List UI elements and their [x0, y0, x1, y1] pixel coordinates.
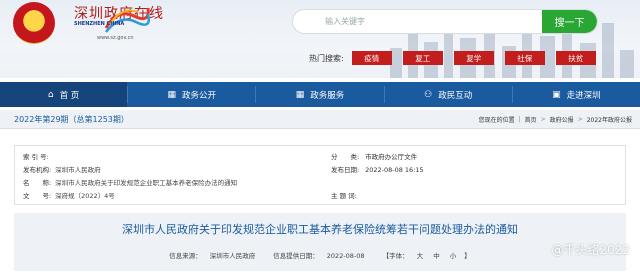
- search-input[interactable]: [293, 10, 543, 33]
- meta-org: 发布机构: 深圳市人民政府: [23, 166, 101, 174]
- grid-icon: ▦: [295, 89, 305, 100]
- search-button[interactable]: 搜一下: [542, 10, 597, 33]
- hot-tag[interactable]: 复学: [453, 51, 494, 65]
- meta-theme: 主 题 词:: [331, 192, 357, 200]
- breadcrumb: 您现在的位置 | 首页 > 政府公报 > 2022年政府公报: [479, 115, 632, 124]
- document-header: 深圳市人民政府关于印发规范企业职工基本养老保险统筹若干问题处理办法的通知 信息来…: [14, 213, 626, 271]
- nav-gov-service[interactable]: ▦ 政务服务: [256, 82, 383, 107]
- breadcrumb-separator: >: [540, 116, 546, 123]
- breadcrumb-separator: >: [577, 116, 583, 123]
- meta-index: 索 引 号:: [23, 153, 49, 161]
- nav-label: 政务服务: [310, 90, 345, 101]
- breadcrumb-separator: |: [518, 116, 521, 123]
- nav-gov-open[interactable]: ▦ 政务公开: [128, 82, 255, 107]
- document-metadata: 索 引 号: 发布机构: 深圳市人民政府 名 称: 深圳市人民政府关于印发规范企…: [14, 145, 626, 205]
- nav-interaction[interactable]: ⚇ 政民互动: [385, 82, 512, 107]
- nav-label: 政务公开: [182, 90, 217, 101]
- font-size-medium[interactable]: 中: [433, 252, 440, 260]
- breadcrumb-label: 您现在的位置: [478, 117, 515, 124]
- nav-label: 走进深圳: [566, 90, 601, 101]
- site-logo-english: SHENZHEN CHINA: [74, 21, 125, 27]
- hot-tag[interactable]: 复工: [402, 51, 443, 65]
- font-size-large[interactable]: 大: [417, 252, 424, 260]
- info-source: 信息来源： 深圳市人民政府: [169, 252, 256, 260]
- nav-label: 首 页: [59, 90, 80, 101]
- main-nav: ⌂ 首 页 ▦ 政务公开 ▦ 政务服务 ⚇ 政民互动 ▣ 走进深圳: [0, 82, 640, 107]
- logo-ribbon-icon: [104, 7, 150, 33]
- site-header: ★ 深圳政府在线 SHENZHEN CHINA www.sz.gov.cn 搜一…: [0, 0, 640, 78]
- hot-search-label: 热门搜索:: [309, 53, 344, 63]
- nav-shenzhen[interactable]: ▣ 走进深圳: [513, 82, 640, 107]
- hot-tag[interactable]: 疫情: [351, 51, 392, 65]
- building-icon: ▣: [552, 89, 561, 100]
- meta-name: 名 称: 深圳市人民政府关于印发规范企业职工基本养老保险办法的通知: [23, 179, 238, 187]
- nav-home[interactable]: ⌂ 首 页: [0, 82, 128, 107]
- meta-category: 分 类: 市政府办公厅文件: [331, 153, 418, 161]
- issue-bar: 2022年第29期（总第1253期） 您现在的位置 | 首页 > 政府公报 > …: [0, 110, 640, 129]
- hot-tag[interactable]: 社保: [504, 51, 545, 65]
- meta-date: 发布日期: 2022-08-08 16:15: [331, 166, 424, 174]
- national-emblem-icon[interactable]: ★: [13, 2, 55, 44]
- nav-label: 政民互动: [438, 90, 473, 101]
- hot-tag[interactable]: 扶贫: [555, 51, 596, 65]
- search-box: 搜一下: [292, 9, 598, 34]
- font-size-small[interactable]: 小: [450, 252, 457, 260]
- site-url: www.sz.gov.cn: [97, 35, 134, 41]
- breadcrumb-home[interactable]: 首页: [525, 115, 537, 124]
- watermark-text: @千头络2022: [551, 243, 630, 257]
- home-icon: ⌂: [47, 89, 54, 100]
- grid-icon: ▦: [167, 89, 177, 100]
- info-date: 信息提供日期： 2022-08-08: [273, 252, 365, 260]
- document-title: 深圳市人民政府关于印发规范企业职工基本养老保险统筹若干问题处理办法的通知: [122, 223, 518, 236]
- meta-docno: 文 号: 深府规〔2022〕4号: [23, 192, 115, 200]
- hot-search: 热门搜索: 疫情 复工 复学 社保 扶贫: [309, 51, 607, 65]
- issue-number: 2022年第29期（总第1253期）: [14, 115, 129, 124]
- font-size-control: 【字体：大 中 小】: [382, 252, 471, 260]
- people-icon: ⚇: [424, 89, 433, 100]
- document-info: 信息来源： 深圳市人民政府 信息提供日期： 2022-08-08 【字体：大 中 小…: [14, 250, 626, 260]
- breadcrumb-gazette[interactable]: 政府公报: [550, 115, 574, 124]
- breadcrumb-gazette-2022[interactable]: 2022年政府公报: [587, 115, 632, 124]
